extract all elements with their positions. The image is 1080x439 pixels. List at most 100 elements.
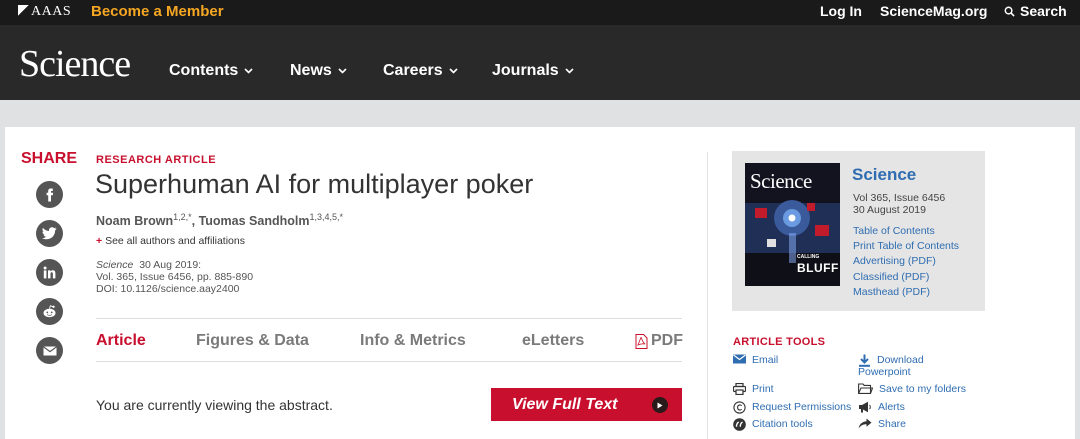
masthead-pdf-link[interactable]: Masthead (PDF) — [853, 285, 959, 300]
issue-date: 30 August 2019 — [853, 204, 926, 216]
become-member-link[interactable]: Become a Member — [91, 3, 224, 20]
nav-label: Careers — [383, 62, 443, 79]
tab-figures-data[interactable]: Figures & Data — [196, 332, 309, 350]
reddit-icon — [43, 305, 56, 318]
pdf-label: PDF — [651, 332, 683, 349]
request-permissions-tool[interactable]: Request Permissions — [733, 401, 851, 414]
cover-masthead: Science — [750, 169, 812, 193]
author-link[interactable]: Tuomas Sandholm — [199, 214, 310, 228]
article-title: Superhuman AI for multiplayer poker — [95, 169, 534, 199]
download-label-line1: Download — [877, 354, 924, 366]
email-tool[interactable]: Email — [733, 354, 778, 366]
share-label: Share — [878, 418, 907, 430]
see-all-authors-link[interactable]: + See all authors and affiliations — [96, 235, 245, 247]
folder-icon — [858, 383, 873, 394]
column-divider — [707, 152, 708, 439]
nav-label: Journals — [492, 62, 559, 79]
share-email-button[interactable] — [36, 337, 63, 364]
megaphone-icon — [859, 401, 871, 413]
permissions-label: Request Permissions — [752, 401, 852, 413]
share-facebook-button[interactable] — [36, 181, 63, 208]
volume-info: Vol. 365, Issue 6456, pp. 885-890 — [96, 271, 254, 283]
share-twitter-button[interactable] — [36, 220, 63, 247]
play-icon — [652, 397, 668, 413]
facebook-icon — [46, 188, 53, 201]
save-label: Save to my folders — [879, 383, 966, 395]
see-all-label: See all authors and affiliations — [105, 235, 245, 247]
article-tools-heading: ARTICLE TOOLS — [733, 336, 826, 348]
search-icon — [1004, 6, 1015, 17]
aaas-logo-mark — [18, 5, 29, 16]
chevron-down-icon — [244, 68, 253, 74]
top-bar: AAAS Become a Member Log In ScienceMag.o… — [0, 0, 1080, 25]
pdf-icon — [635, 333, 648, 349]
classified-pdf-link[interactable]: Classified (PDF) — [853, 270, 959, 285]
quote-icon — [733, 418, 746, 431]
main-nav: Science Contents News Careers Journals — [0, 25, 1080, 100]
advertising-pdf-link[interactable]: Advertising (PDF) — [853, 254, 959, 269]
aaas-logo[interactable]: AAAS — [18, 4, 71, 20]
nav-label: Contents — [169, 62, 239, 79]
chevron-down-icon — [565, 68, 574, 74]
tab-eletters[interactable]: eLetters — [522, 332, 584, 350]
author-affiliation-marks: 1,2,* — [173, 212, 192, 222]
download-label-line2: Powerpoint — [858, 366, 911, 378]
print-icon — [733, 383, 746, 395]
issue-volume: Vol 365, Issue 6456 — [853, 192, 946, 204]
issue-cover-image[interactable]: Science CALLING BLUFF — [745, 163, 840, 286]
print-label: Print — [752, 383, 774, 395]
sciencemag-link[interactable]: ScienceMag.org — [880, 3, 987, 19]
nav-label: News — [290, 62, 332, 79]
save-to-folders-tool[interactable]: Save to my folders — [858, 383, 966, 395]
share-heading: SHARE — [21, 150, 78, 167]
author-list: Noam Brown1,2,*, Tuomas Sandholm1,3,4,5,… — [96, 212, 343, 229]
copyright-icon — [733, 401, 746, 414]
share-tool[interactable]: Share — [858, 418, 906, 430]
chevron-down-icon — [338, 68, 347, 74]
view-full-text-label: View Full Text — [512, 395, 618, 413]
download-label: Download Powerpoint — [858, 354, 924, 378]
issue-links: Table of Contents Print Table of Content… — [853, 224, 959, 300]
search-button[interactable]: Search — [1004, 3, 1067, 19]
tab-pdf[interactable]: PDF — [635, 332, 683, 350]
issue-journal-link[interactable]: Science — [852, 165, 916, 185]
print-tool[interactable]: Print — [733, 383, 774, 395]
tab-article[interactable]: Article — [96, 332, 146, 350]
toc-link[interactable]: Table of Contents — [853, 224, 959, 239]
nav-news[interactable]: News — [290, 62, 347, 80]
article-type: RESEARCH ARTICLE — [96, 154, 217, 166]
nav-contents[interactable]: Contents — [169, 62, 253, 80]
share-linkedin-button[interactable] — [36, 259, 63, 286]
author-affiliation-marks: 1,3,4,5,* — [309, 212, 343, 222]
article-tabs: Article Figures & Data Info & Metrics eL… — [96, 318, 683, 362]
download-powerpoint-tool[interactable]: Download Powerpoint — [858, 354, 924, 378]
cover-headline-small: CALLING — [797, 254, 820, 260]
view-full-text-button[interactable]: View Full Text — [491, 388, 682, 421]
print-toc-link[interactable]: Print Table of Contents — [853, 239, 959, 254]
nav-journals[interactable]: Journals — [492, 62, 574, 80]
nav-careers[interactable]: Careers — [383, 62, 458, 80]
citation-tools-tool[interactable]: Citation tools — [733, 418, 813, 431]
plus-icon: + — [96, 235, 103, 247]
cover-headline: BLUFF — [797, 261, 839, 275]
tab-info-metrics[interactable]: Info & Metrics — [360, 332, 466, 350]
share-reddit-button[interactable] — [36, 298, 63, 325]
doi: DOI: 10.1126/science.aay2400 — [96, 283, 240, 295]
alerts-tool[interactable]: Alerts — [858, 401, 905, 413]
email-icon — [42, 345, 57, 355]
author-link[interactable]: Noam Brown — [96, 214, 173, 228]
science-logo[interactable]: Science — [19, 45, 131, 83]
citation-label: Citation tools — [752, 418, 813, 430]
login-link[interactable]: Log In — [820, 3, 862, 19]
pub-date: 30 Aug 2019: — [139, 259, 202, 271]
chevron-down-icon — [449, 68, 458, 74]
alerts-label: Alerts — [878, 401, 905, 413]
journal-name: Science — [96, 259, 134, 271]
email-label: Email — [752, 354, 779, 366]
envelope-icon — [733, 354, 746, 364]
aaas-logo-text: AAAS — [31, 4, 72, 19]
search-label: Search — [1020, 3, 1067, 19]
issue-info: Vol 365, Issue 6456 30 August 2019 — [853, 192, 945, 216]
linkedin-icon — [43, 266, 56, 279]
twitter-icon — [42, 227, 57, 240]
